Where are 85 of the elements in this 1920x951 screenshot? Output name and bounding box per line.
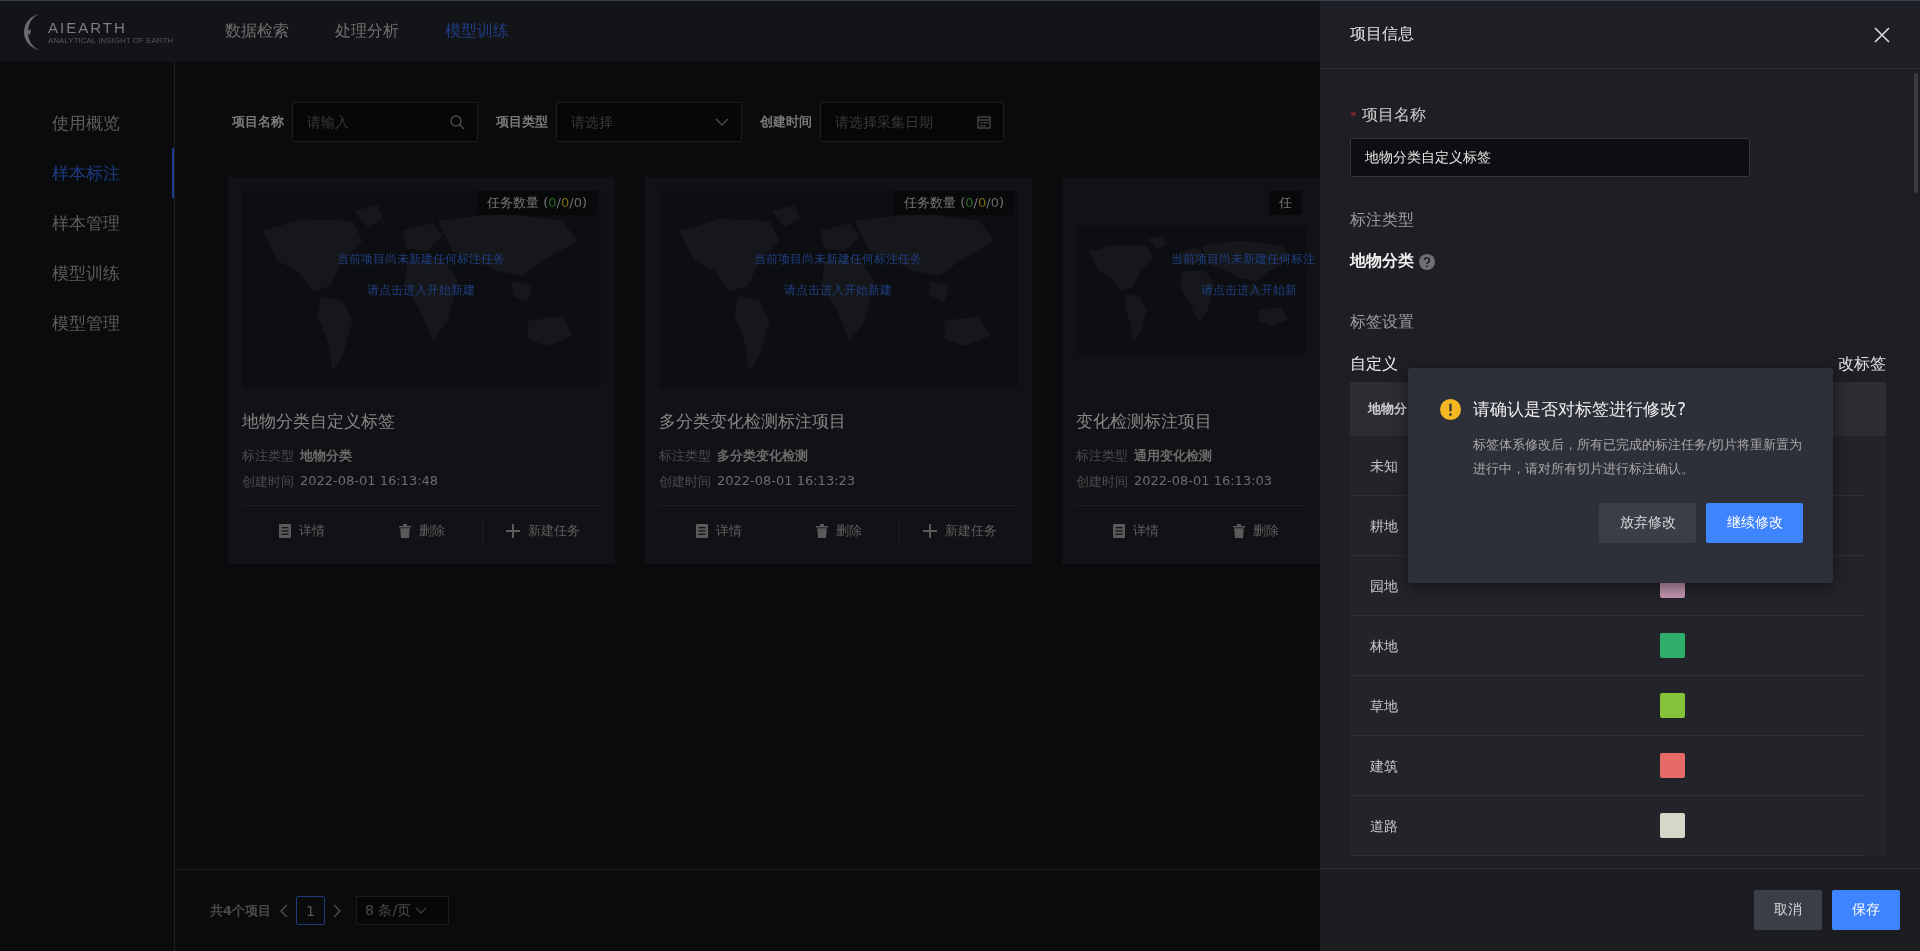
column-header: 地物分 (1368, 400, 1407, 418)
panel-title: 项目信息 (1350, 24, 1414, 45)
meta-value: 通用变化检测 (1134, 447, 1212, 465)
delete-button[interactable]: 删除 (362, 518, 482, 544)
delete-button[interactable]: 删除 (1196, 518, 1316, 544)
nav-tab[interactable]: 处理分析 (335, 21, 399, 42)
empty-hint[interactable]: 当前项目尚未新建任何标注任务 (337, 251, 505, 268)
save-button[interactable]: 保存 (1832, 890, 1900, 930)
detail-button[interactable]: 详情 (1076, 518, 1196, 544)
name-input[interactable]: 地物分类自定义标签 (1350, 138, 1750, 177)
color-swatch[interactable] (1660, 813, 1685, 838)
required-mark: * (1350, 108, 1357, 123)
chevron-down-icon (715, 117, 729, 127)
color-swatch[interactable] (1660, 633, 1685, 658)
page-button[interactable]: 1 (296, 896, 326, 925)
sidebar-item[interactable]: 使用概览 (0, 98, 174, 148)
empty-hint[interactable]: 请点击进入开始新建 (784, 282, 892, 299)
plus-icon (505, 524, 520, 538)
discard-button[interactable]: 放弃修改 (1599, 503, 1696, 543)
meta-value: 2022-08-01 16:13:03 (1134, 473, 1273, 490)
close-icon[interactable] (1874, 26, 1890, 43)
project-title: 地物分类自定义标签 (242, 410, 396, 433)
detail-button[interactable]: 详情 (659, 518, 779, 544)
document-icon (279, 524, 291, 538)
annotation-type: 地物分类 (1350, 251, 1414, 272)
plus-icon (922, 524, 937, 538)
total-count: 共4个项目 (210, 901, 272, 920)
filter-label: 项目类型 (496, 113, 548, 131)
trash-icon (399, 524, 411, 538)
table-cell: 耕地 (1370, 517, 1398, 534)
label-set-name: 自定义 (1350, 353, 1398, 375)
sidebar-item[interactable]: 样本管理 (0, 198, 174, 248)
meta-value: 2022-08-01 16:13:23 (717, 473, 856, 490)
table-cell: 林地 (1370, 637, 1398, 654)
delete-button[interactable]: 删除 (779, 518, 899, 544)
nav-tab[interactable]: 数据检索 (225, 21, 289, 42)
dialog-title: 请确认是否对标签进行修改? (1473, 398, 1687, 421)
sidebar-item[interactable]: 模型训练 (0, 248, 174, 298)
empty-hint[interactable]: 请点击进入开始新 (1201, 282, 1297, 299)
empty-hint[interactable]: 当前项目尚未新建任何标注 (1171, 251, 1315, 268)
meta-value: 多分类变化检测 (717, 447, 808, 465)
search-icon (449, 114, 465, 130)
help-icon (1419, 253, 1435, 270)
project-title: 多分类变化检测标注项目 (659, 410, 847, 433)
task-count-badge: 任务数量 (0/0/0) (894, 191, 1014, 215)
table-cell: 园地 (1370, 577, 1398, 594)
table-cell: 未知 (1370, 457, 1398, 474)
page-size-select[interactable]: 8 条/页 (356, 896, 450, 925)
chevron-right-icon (333, 903, 343, 918)
task-count-badge: 任务数量 (0/0/0) (477, 191, 597, 215)
document-icon (696, 524, 708, 538)
sidebar-item[interactable]: 样本标注 (0, 148, 174, 198)
color-swatch[interactable] (1660, 693, 1685, 718)
cancel-button[interactable]: 取消 (1754, 890, 1822, 930)
empty-hint[interactable]: 请点击进入开始新建 (367, 282, 475, 299)
chevron-left-icon (279, 903, 289, 918)
sidebar-item[interactable]: 模型管理 (0, 298, 174, 348)
nav-tab[interactable]: 模型训练 (445, 21, 509, 42)
section-heading: 标签设置 (1350, 312, 1415, 333)
warning-icon (1440, 399, 1461, 420)
filter-label: 项目名称 (232, 113, 284, 131)
table-cell: 道路 (1370, 817, 1398, 834)
meta-value: 2022-08-01 16:13:48 (300, 473, 439, 490)
new-task-button[interactable]: 新建任务 (899, 518, 1019, 544)
empty-hint[interactable]: 当前项目尚未新建任何标注任务 (754, 251, 922, 268)
dialog-message: 标签体系修改后，所有已完成的标注任务/切片将重新置为进行中，请对所有切片进行标注确认。 (1473, 436, 1803, 478)
table-cell: 草地 (1370, 697, 1398, 714)
trash-icon (816, 524, 828, 538)
filter-label: 创建时间 (760, 113, 812, 131)
trash-icon (1233, 524, 1245, 538)
detail-button[interactable]: 详情 (242, 518, 362, 544)
field-label: 项目名称 (1361, 105, 1426, 126)
project-title: 变化检测标注项目 (1076, 410, 1213, 433)
task-count-badge: 任 (1269, 191, 1302, 215)
new-task-button[interactable]: 新建任务 (482, 518, 602, 544)
edit-labels-link[interactable]: 改标签 (1838, 353, 1886, 375)
chevron-down-icon (415, 906, 428, 915)
calendar-icon (977, 115, 991, 129)
continue-button[interactable]: 继续修改 (1706, 503, 1803, 543)
logo-text: AIEARTH (48, 18, 128, 36)
document-icon (1113, 524, 1125, 538)
table-cell: 建筑 (1370, 757, 1398, 774)
meta-value: 地物分类 (300, 447, 352, 465)
color-swatch[interactable] (1660, 753, 1685, 778)
section-heading: 标注类型 (1350, 210, 1415, 231)
